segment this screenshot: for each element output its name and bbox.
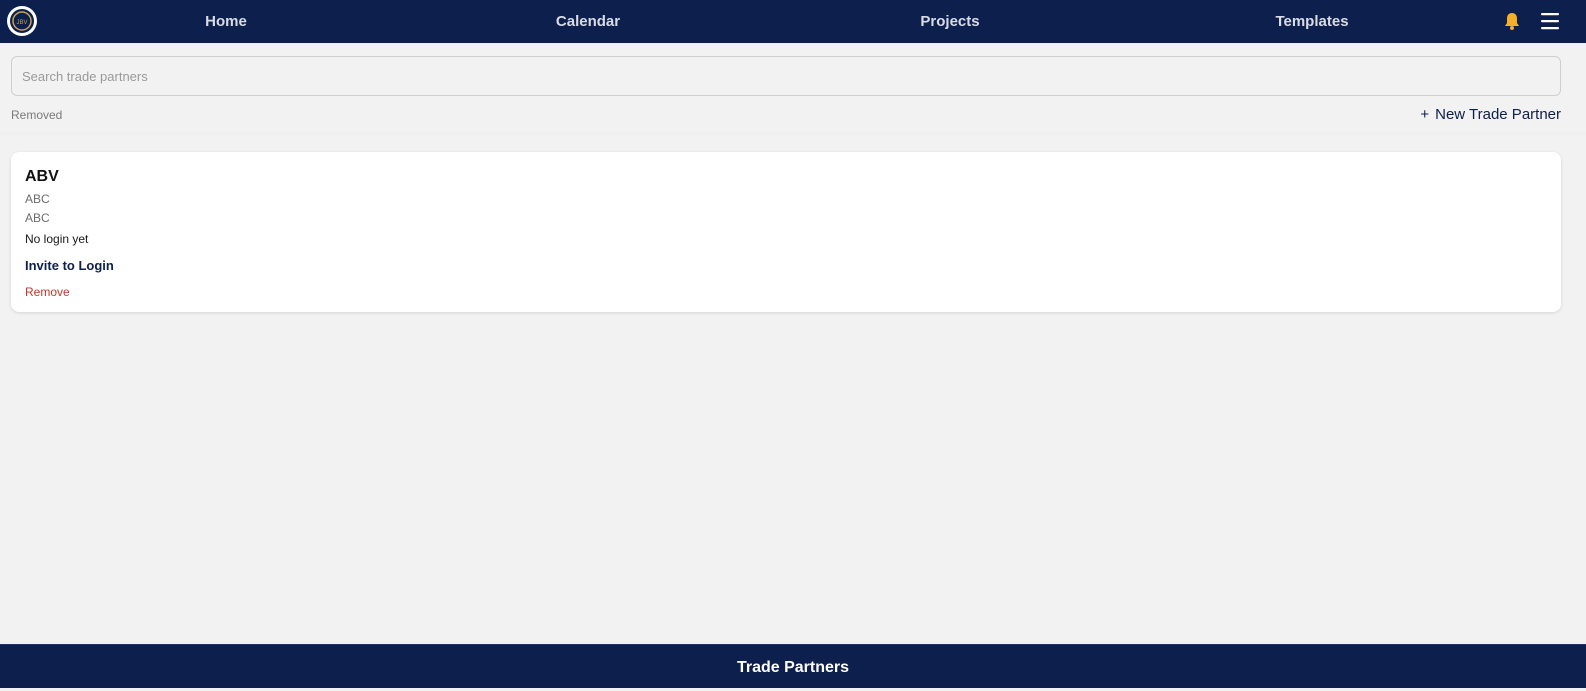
logo-emblem-icon: JBV	[7, 6, 37, 36]
invite-to-login-button[interactable]: Invite to Login	[25, 258, 114, 273]
page-title: Trade Partners	[736, 659, 850, 676]
new-trade-partner-button[interactable]: + New Trade Partner	[1420, 106, 1561, 123]
plus-icon: +	[1420, 106, 1430, 123]
partner-detail-line-2: ABC	[25, 211, 50, 225]
removed-filter-link[interactable]: Removed	[11, 108, 62, 122]
search-input[interactable]	[11, 56, 1561, 96]
new-trade-partner-label: New Trade Partner	[1435, 106, 1561, 123]
top-navigation-bar: JBV Home Calendar Projects Templates	[0, 0, 1586, 43]
search-container	[11, 56, 1561, 96]
hamburger-menu-icon[interactable]	[1540, 12, 1560, 30]
section-divider	[0, 132, 1586, 138]
login-status: No login yet	[25, 232, 89, 246]
trade-partner-card: ABV ABC ABC No login yet Invite to Login…	[11, 152, 1561, 312]
bell-icon[interactable]	[1501, 10, 1523, 32]
nav-templates[interactable]: Templates	[1275, 0, 1348, 43]
partner-name: ABV	[25, 168, 59, 185]
nav-home[interactable]: Home	[205, 0, 247, 43]
company-logo[interactable]: JBV	[6, 5, 38, 37]
logo-text: JBV	[16, 20, 27, 26]
nav-projects[interactable]: Projects	[920, 0, 979, 43]
bottom-title-bar: Trade Partners	[0, 644, 1586, 688]
nav-calendar[interactable]: Calendar	[556, 0, 620, 43]
remove-partner-button[interactable]: Remove	[25, 285, 70, 299]
partner-detail-line-1: ABC	[25, 192, 50, 206]
